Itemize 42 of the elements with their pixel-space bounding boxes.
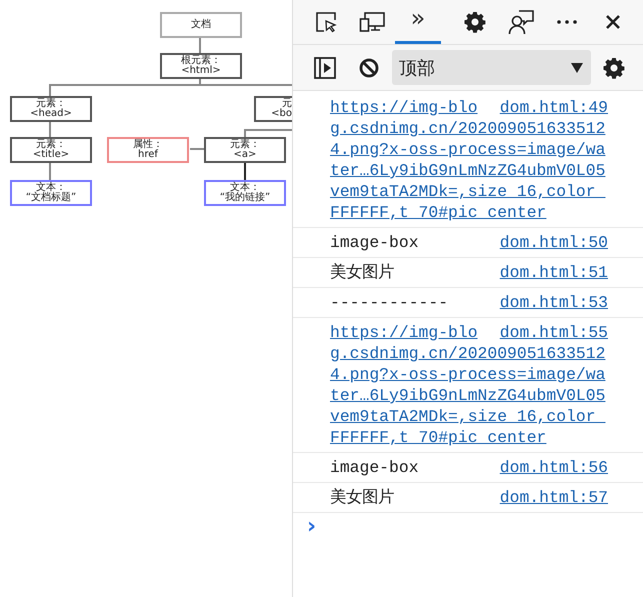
source-link[interactable]: dom.html:55 [500, 322, 608, 343]
log-message: image-box [330, 458, 419, 477]
url-link[interactable]: https://img-blo [330, 98, 478, 117]
feedback-icon [508, 9, 534, 35]
url-link[interactable]: g.csdnimg.cn/2020090516335124.png?x-oss-process=image/water…6Ly9ibG9nLmNzZG4ubmV0L05vem9taTA2MDk=,size_16,color_FFFFFF,t_70#pic_center [330, 343, 608, 448]
settings-icon [464, 11, 486, 33]
source-link[interactable]: dom.html:51 [500, 262, 608, 283]
settings-icon [602, 56, 625, 78]
source-link[interactable]: dom.html:49 [500, 97, 608, 118]
source-link[interactable]: dom.html:50 [500, 232, 608, 253]
diagram-node: 属性： href [107, 137, 189, 163]
caret-icon [570, 62, 583, 72]
context-dropdown[interactable]: 顶部 [392, 50, 591, 85]
connector-line [244, 161, 246, 180]
connector-line [49, 161, 51, 180]
diagram-node: 元素： <head> [10, 96, 92, 122]
diagram-node: 文档 [160, 12, 242, 38]
diagram-node: 文本： “文档标题” [10, 180, 92, 206]
prompt-chevron: › [306, 513, 316, 539]
clear-icon [359, 58, 380, 78]
log-message: 美女图片 [330, 263, 394, 282]
source-link[interactable]: dom.html:53 [500, 292, 608, 313]
diagram-node: 根元素： <html> [160, 53, 242, 79]
sidebar-icon [314, 56, 336, 78]
diagram-node: 元素： <a> [204, 137, 286, 163]
diagram-node: 元素： <title> [10, 137, 92, 163]
device-icon [359, 11, 385, 33]
log-message: image-box [330, 233, 419, 252]
close-icon [605, 14, 621, 30]
log-message: ------------ [330, 293, 448, 312]
connector-line [190, 148, 204, 150]
connector-line [244, 129, 292, 137]
diagram-node: 元 <bo [254, 96, 292, 122]
source-link[interactable]: dom.html:57 [500, 487, 608, 508]
source-link[interactable]: dom.html:56 [500, 457, 608, 478]
url-link[interactable]: g.csdnimg.cn/2020090516335124.png?x-oss-process=image/water…6Ly9ibG9nLmNzZG4ubmV0L05vem9taTA2MDk=,size_16,color_FFFFFF,t_70#pic_center [330, 118, 608, 223]
url-link[interactable]: https://img-blo [330, 323, 478, 342]
more-icon [556, 19, 578, 25]
connector-line [49, 120, 51, 137]
diagram-node: 文本： “我的链接” [204, 180, 286, 206]
log-message: 美女图片 [330, 488, 394, 507]
inspect-icon [315, 11, 337, 33]
